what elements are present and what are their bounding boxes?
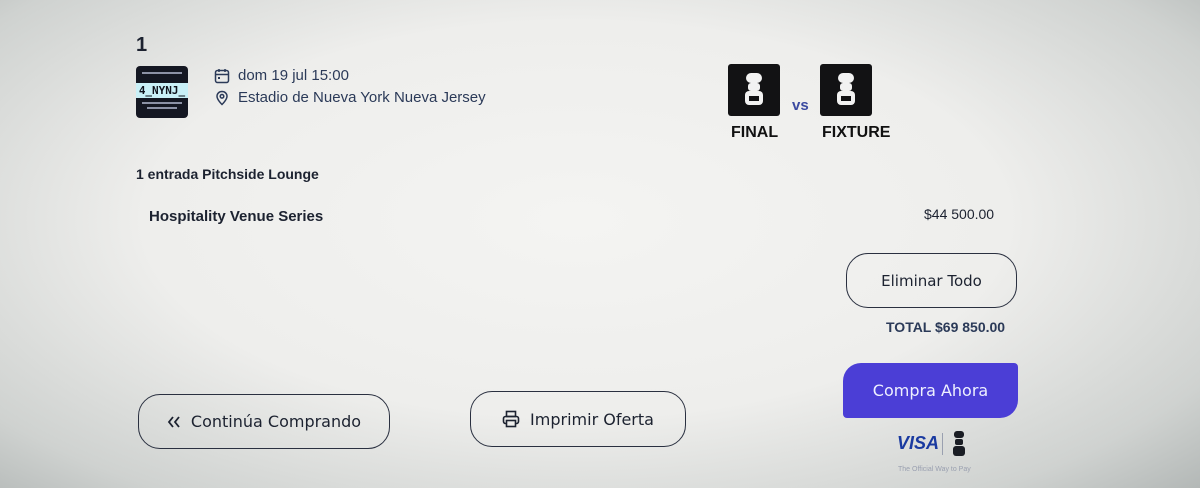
versus-label: vs: [792, 97, 809, 114]
continue-shopping-button[interactable]: Continúa Comprando: [138, 394, 390, 449]
ticket-series: Hospitality Venue Series: [149, 208, 324, 225]
away-team-name: FIXTURE: [822, 124, 891, 141]
away-team-badge: [820, 64, 872, 116]
match-date-row: dom 19 jul 15:00: [214, 67, 349, 84]
venue-logo-mark: [142, 72, 182, 74]
double-chevron-left-icon: [167, 415, 180, 428]
ticket-title: 1 entrada Pitchside Lounge: [136, 166, 319, 182]
print-offer-label: Imprimir Oferta: [530, 409, 654, 429]
cart-item-index: 1: [136, 34, 148, 56]
cart-total: TOTAL $69 850.00: [886, 319, 1006, 335]
trophy-icon: [745, 73, 763, 105]
buy-now-button[interactable]: Compra Ahora: [843, 363, 1018, 418]
ticket-price: $44 500.00: [924, 206, 995, 222]
venue-logo-mark: [147, 107, 177, 109]
match-venue-row: Estadio de Nueva York Nueva Jersey: [214, 89, 486, 106]
visa-logo: VISA: [897, 433, 940, 453]
venue-logo-mark: [142, 102, 182, 104]
home-team-name: FINAL: [731, 124, 779, 141]
trophy-icon: [837, 73, 855, 105]
match-date: dom 19 jul 15:00: [238, 67, 349, 84]
payment-tagline: The Official Way to Pay: [898, 466, 971, 473]
home-team-badge: [728, 64, 780, 116]
remove-all-button[interactable]: Eliminar Todo: [846, 253, 1017, 308]
buy-now-label: Compra Ahora: [872, 381, 989, 400]
trophy-icon: [953, 431, 965, 456]
payment-divider: [942, 433, 943, 455]
printer-icon: [502, 410, 520, 428]
continue-shopping-label: Continúa Comprando: [190, 412, 362, 431]
remove-all-label: Eliminar Todo: [881, 271, 982, 290]
calendar-icon: [214, 68, 230, 83]
match-venue: Estadio de Nueva York Nueva Jersey: [238, 89, 486, 106]
print-offer-button[interactable]: Imprimir Oferta: [470, 391, 686, 447]
location-pin-icon: [216, 90, 228, 106]
venue-logo: 4_NYNJ_: [136, 66, 188, 118]
venue-code: 4_NYNJ_: [136, 83, 188, 98]
